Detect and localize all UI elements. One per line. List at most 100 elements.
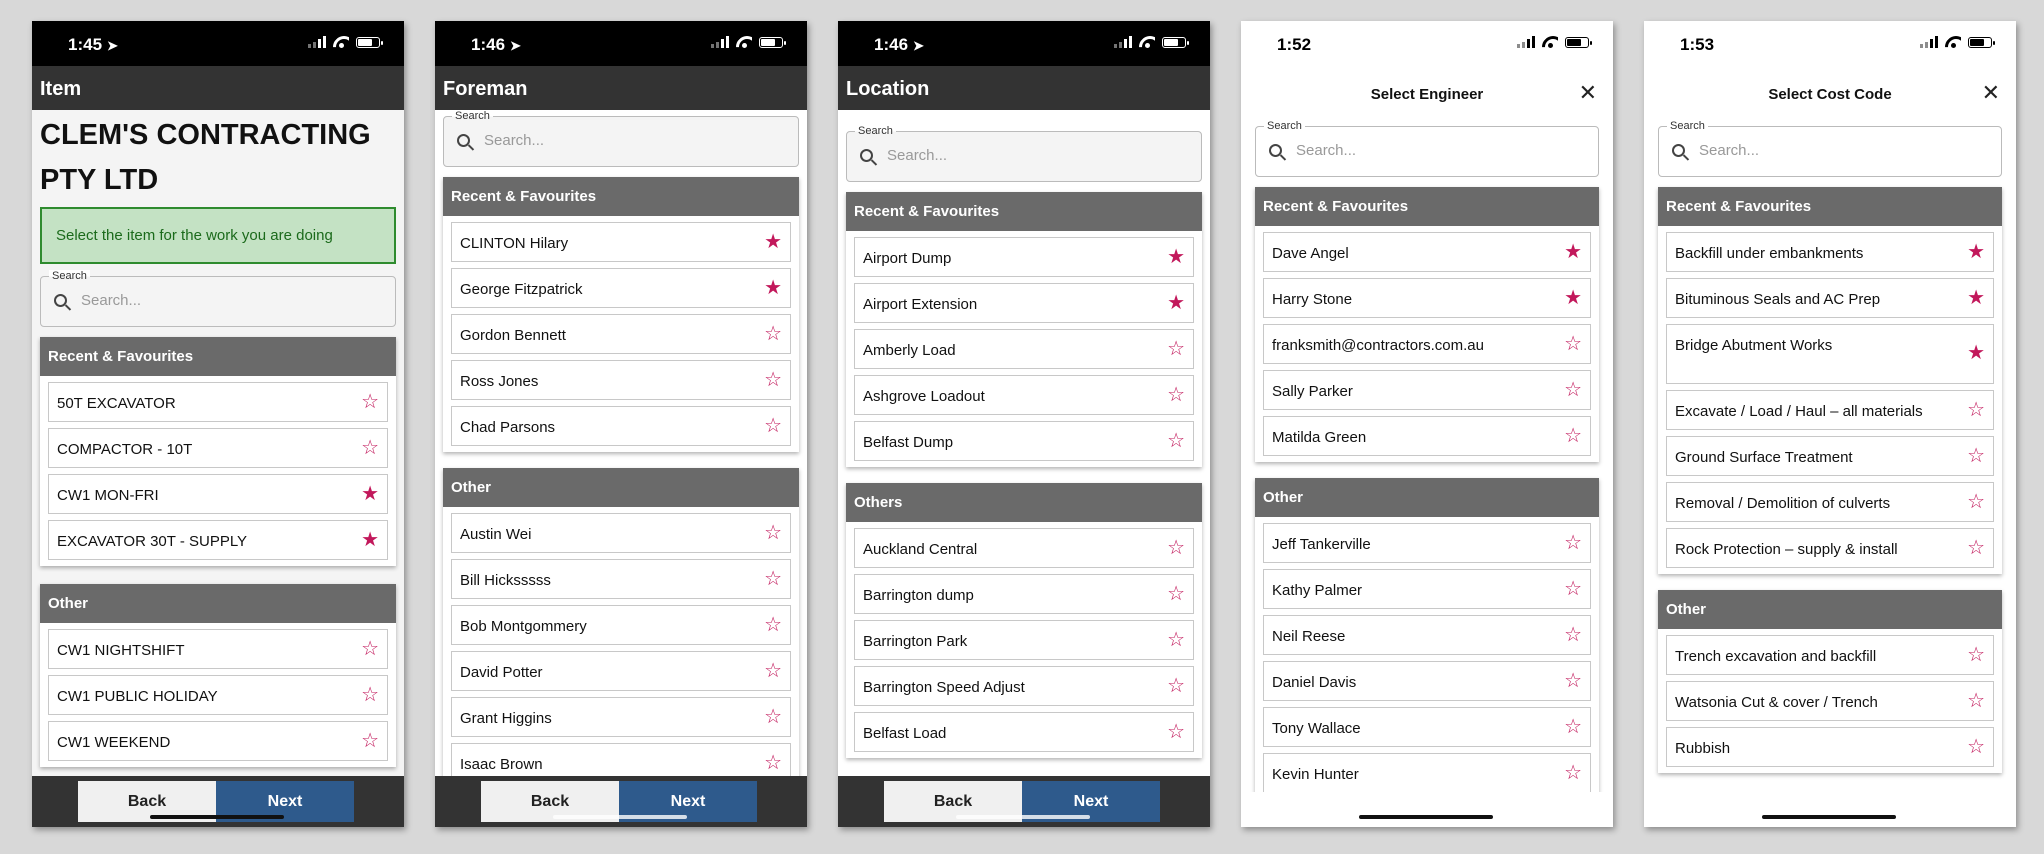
star-icon[interactable]: ☆ — [1564, 334, 1582, 354]
list-item[interactable]: Barrington Park ☆ — [854, 620, 1194, 660]
list-item[interactable]: Airport Extension ★ — [854, 283, 1194, 323]
star-icon[interactable]: ☆ — [1564, 426, 1582, 446]
list-item[interactable]: Excavate / Load / Haul – all materials ☆ — [1666, 390, 1994, 430]
list-item[interactable]: COMPACTOR - 10T ☆ — [48, 428, 388, 468]
list-item[interactable]: Harry Stone ★ — [1263, 278, 1591, 318]
star-icon[interactable]: ★ — [1967, 343, 1985, 363]
star-icon[interactable]: ☆ — [1564, 380, 1582, 400]
list-item[interactable]: franksmith@contractors.com.au ☆ — [1263, 324, 1591, 364]
list-item[interactable]: Bridge Abutment Works ★ — [1666, 324, 1994, 384]
star-icon[interactable]: ★ — [1967, 242, 1985, 262]
star-icon[interactable]: ☆ — [1167, 676, 1185, 696]
search-input[interactable] — [1699, 142, 1989, 159]
star-icon[interactable]: ☆ — [764, 324, 782, 344]
list-item[interactable]: Bob Montgommery ☆ — [451, 605, 791, 645]
star-icon[interactable]: ★ — [361, 484, 379, 504]
star-icon[interactable]: ☆ — [1564, 625, 1582, 645]
list-item[interactable]: CW1 PUBLIC HOLIDAY ☆ — [48, 675, 388, 715]
list-item[interactable]: EXCAVATOR 30T - SUPPLY ★ — [48, 520, 388, 560]
list-item[interactable]: George Fitzpatrick ★ — [451, 268, 791, 308]
star-icon[interactable]: ☆ — [764, 569, 782, 589]
list-item[interactable]: Bill Hicksssss ☆ — [451, 559, 791, 599]
star-icon[interactable]: ☆ — [764, 661, 782, 681]
list-item[interactable]: Barrington dump ☆ — [854, 574, 1194, 614]
list-item[interactable]: Neil Reese ☆ — [1263, 615, 1591, 655]
search-input[interactable] — [1296, 142, 1586, 159]
list-item[interactable]: Sally Parker ☆ — [1263, 370, 1591, 410]
list-item[interactable]: Rock Protection – supply & install ☆ — [1666, 528, 1994, 568]
list-item[interactable]: Ross Jones ☆ — [451, 360, 791, 400]
list-item[interactable]: Belfast Dump ☆ — [854, 421, 1194, 461]
list-item[interactable]: Rubbish ☆ — [1666, 727, 1994, 767]
star-icon[interactable]: ★ — [764, 232, 782, 252]
list-item[interactable]: CW1 NIGHTSHIFT ☆ — [48, 629, 388, 669]
list-item[interactable]: David Potter ☆ — [451, 651, 791, 691]
star-icon[interactable]: ☆ — [764, 370, 782, 390]
star-icon[interactable]: ☆ — [361, 731, 379, 751]
star-icon[interactable]: ☆ — [1564, 717, 1582, 737]
list-item[interactable]: Trench excavation and backfill ☆ — [1666, 635, 1994, 675]
star-icon[interactable]: ★ — [1167, 247, 1185, 267]
star-icon[interactable]: ☆ — [1967, 446, 1985, 466]
star-icon[interactable]: ☆ — [361, 438, 379, 458]
list-item[interactable]: Dave Angel ★ — [1263, 232, 1591, 272]
star-icon[interactable]: ☆ — [1564, 579, 1582, 599]
star-icon[interactable]: ☆ — [1167, 385, 1185, 405]
list-item[interactable]: Bituminous Seals and AC Prep ★ — [1666, 278, 1994, 318]
star-icon[interactable]: ☆ — [764, 707, 782, 727]
star-icon[interactable]: ★ — [764, 278, 782, 298]
list-item[interactable]: Belfast Load ☆ — [854, 712, 1194, 752]
star-icon[interactable]: ☆ — [1167, 431, 1185, 451]
search-input[interactable] — [887, 147, 1177, 164]
star-icon[interactable]: ☆ — [1564, 763, 1582, 783]
list-item[interactable]: CW1 MON-FRI ★ — [48, 474, 388, 514]
star-icon[interactable]: ☆ — [1967, 492, 1985, 512]
list-item[interactable]: CLINTON Hilary ★ — [451, 222, 791, 262]
star-icon[interactable]: ☆ — [1167, 722, 1185, 742]
star-icon[interactable]: ☆ — [361, 392, 379, 412]
list-item[interactable]: Watsonia Cut & cover / Trench ☆ — [1666, 681, 1994, 721]
list-item[interactable]: Auckland Central ☆ — [854, 528, 1194, 568]
list-item[interactable]: Austin Wei ☆ — [451, 513, 791, 553]
list-item[interactable]: Kevin Hunter ☆ — [1263, 753, 1591, 793]
list-item[interactable]: Jeff Tankerville ☆ — [1263, 523, 1591, 563]
star-icon[interactable]: ☆ — [361, 639, 379, 659]
star-icon[interactable]: ☆ — [764, 753, 782, 773]
list-item[interactable]: Backfill under embankments ★ — [1666, 232, 1994, 272]
search-input[interactable] — [484, 132, 774, 149]
star-icon[interactable]: ☆ — [1167, 584, 1185, 604]
star-icon[interactable]: ☆ — [1967, 691, 1985, 711]
list-item[interactable]: Grant Higgins ☆ — [451, 697, 791, 737]
list-item[interactable]: Matilda Green ☆ — [1263, 416, 1591, 456]
close-icon[interactable]: ✕ — [1982, 80, 2000, 106]
star-icon[interactable]: ☆ — [1967, 538, 1985, 558]
star-icon[interactable]: ★ — [1167, 293, 1185, 313]
star-icon[interactable]: ☆ — [1167, 339, 1185, 359]
star-icon[interactable]: ★ — [1564, 288, 1582, 308]
list-item[interactable]: 50T EXCAVATOR ☆ — [48, 382, 388, 422]
star-icon[interactable]: ★ — [1564, 242, 1582, 262]
list-item[interactable]: Gordon Bennett ☆ — [451, 314, 791, 354]
star-icon[interactable]: ☆ — [1967, 400, 1985, 420]
star-icon[interactable]: ☆ — [764, 615, 782, 635]
close-icon[interactable]: ✕ — [1579, 80, 1597, 106]
list-item[interactable]: Ashgrove Loadout ☆ — [854, 375, 1194, 415]
star-icon[interactable]: ☆ — [764, 523, 782, 543]
list-item[interactable]: CW1 WEEKEND ☆ — [48, 721, 388, 761]
list-item[interactable]: Airport Dump ★ — [854, 237, 1194, 277]
star-icon[interactable]: ☆ — [1167, 630, 1185, 650]
star-icon[interactable]: ☆ — [1967, 645, 1985, 665]
star-icon[interactable]: ☆ — [361, 685, 379, 705]
list-item[interactable]: Removal / Demolition of culverts ☆ — [1666, 482, 1994, 522]
star-icon[interactable]: ★ — [1967, 288, 1985, 308]
star-icon[interactable]: ☆ — [764, 416, 782, 436]
list-item[interactable]: Barrington Speed Adjust ☆ — [854, 666, 1194, 706]
star-icon[interactable]: ☆ — [1564, 671, 1582, 691]
star-icon[interactable]: ☆ — [1967, 737, 1985, 757]
star-icon[interactable]: ★ — [361, 530, 379, 550]
list-item[interactable]: Kathy Palmer ☆ — [1263, 569, 1591, 609]
list-item[interactable]: Daniel Davis ☆ — [1263, 661, 1591, 701]
search-input[interactable] — [81, 292, 371, 309]
list-item[interactable]: Tony Wallace ☆ — [1263, 707, 1591, 747]
star-icon[interactable]: ☆ — [1564, 533, 1582, 553]
